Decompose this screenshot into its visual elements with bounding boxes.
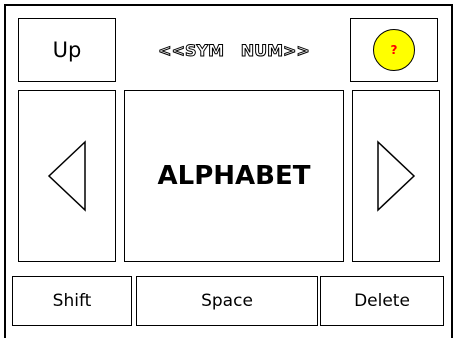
space-button[interactable]: Space: [136, 276, 318, 326]
left-arrow-icon: [47, 140, 86, 212]
help-button[interactable]: ?: [350, 18, 438, 82]
shift-label: Shift: [52, 291, 92, 311]
alphabet-button[interactable]: ALPHABET: [124, 90, 344, 262]
left-arrow-button[interactable]: [18, 90, 116, 262]
space-label: Space: [201, 291, 253, 311]
mode-switch-label: <<SYM NUM>>: [158, 40, 311, 60]
shift-button[interactable]: Shift: [12, 276, 132, 326]
help-icon: ?: [373, 29, 415, 71]
right-arrow-button[interactable]: [352, 90, 440, 262]
delete-button[interactable]: Delete: [320, 276, 444, 326]
up-button[interactable]: Up: [18, 18, 116, 82]
mode-switch[interactable]: <<SYM NUM>>: [118, 18, 350, 82]
alphabet-label: ALPHABET: [157, 161, 311, 191]
help-icon-label: ?: [390, 43, 398, 57]
right-arrow-icon: [377, 140, 416, 212]
up-button-label: Up: [52, 38, 82, 62]
delete-label: Delete: [354, 291, 410, 311]
